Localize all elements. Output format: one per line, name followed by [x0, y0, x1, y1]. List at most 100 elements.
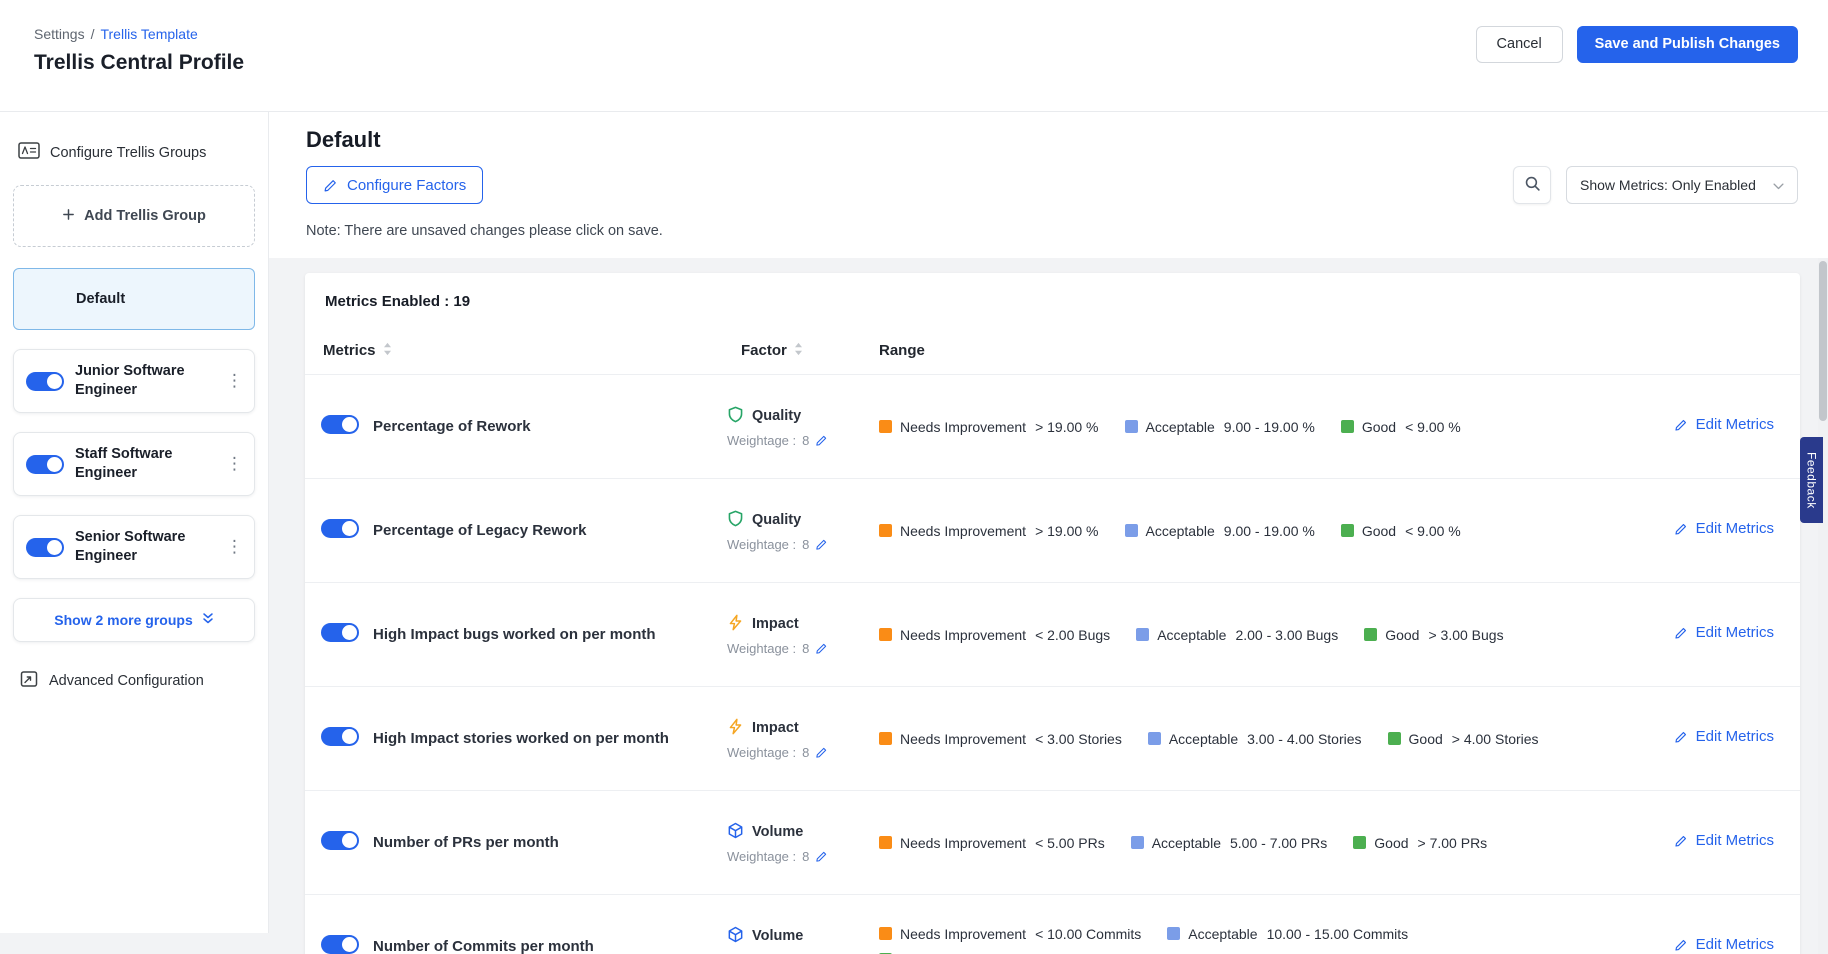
edit-metrics-link[interactable]: Edit Metrics — [1674, 832, 1774, 849]
metric-rows: Percentage of Rework Quality Weightage :… — [305, 375, 1800, 954]
range-chip: Needs Improvement < 10.00 Commits — [879, 921, 1141, 947]
column-header-metrics[interactable]: Metrics — [305, 342, 727, 360]
edit-metrics-link[interactable]: Edit Metrics — [1674, 728, 1774, 745]
sidebar-group-card[interactable]: Junior Software Engineer ⋮ — [13, 349, 255, 413]
range-color-swatch — [1364, 628, 1377, 641]
sort-icon[interactable] — [383, 342, 392, 360]
range-color-swatch — [879, 732, 892, 745]
show-metrics-filter-dropdown[interactable]: Show Metrics: Only Enabled — [1566, 166, 1798, 204]
pencil-icon — [1674, 522, 1688, 536]
edit-metrics-label: Edit Metrics — [1696, 520, 1774, 537]
group-toggle[interactable] — [26, 455, 64, 474]
show-more-groups-button[interactable]: Show 2 more groups — [13, 598, 255, 642]
default-group-label: Default — [76, 291, 125, 307]
breadcrumb-trellis-template[interactable]: Trellis Template — [100, 26, 197, 42]
pencil-icon — [1674, 834, 1688, 848]
sidebar-group-card[interactable]: Staff Software Engineer ⋮ — [13, 432, 255, 496]
range-label: Needs Improvement — [900, 627, 1026, 643]
metric-toggle[interactable] — [321, 935, 359, 954]
metric-toggle[interactable] — [321, 415, 359, 434]
range-cell: Needs Improvement < 10.00 Commits Accept… — [879, 921, 1559, 954]
metrics-table-card: Metrics Enabled : 19 Metrics Factor Rang… — [305, 273, 1800, 954]
group-name: Staff Software Engineer — [75, 445, 210, 483]
sidebar-item-default[interactable]: Default — [13, 268, 255, 330]
metric-table-row: Percentage of Legacy Rework Quality Weig… — [305, 479, 1800, 583]
sort-icon[interactable] — [794, 342, 803, 360]
range-label: Good — [1362, 419, 1396, 435]
toggle-knob — [342, 833, 357, 848]
toggle-knob — [342, 937, 357, 952]
edit-metrics-link[interactable]: Edit Metrics — [1674, 520, 1774, 537]
group-toggle[interactable] — [26, 538, 64, 557]
metric-toggle[interactable] — [321, 519, 359, 538]
edit-weightage-icon[interactable] — [815, 434, 828, 447]
chevron-down-icon — [1773, 177, 1784, 193]
edit-weightage-icon[interactable] — [815, 642, 828, 655]
range-chip: Good < 9.00 % — [1341, 518, 1461, 544]
range-cell: Needs Improvement < 2.00 Bugs Acceptable… — [879, 622, 1559, 648]
range-value: < 9.00 % — [1405, 419, 1461, 435]
metrics-enabled-count: Metrics Enabled : 19 — [305, 292, 1800, 312]
show-more-groups-label: Show 2 more groups — [54, 612, 192, 628]
edit-metrics-link[interactable]: Edit Metrics — [1674, 936, 1774, 953]
factor: Volume — [727, 822, 879, 843]
configure-factors-button[interactable]: Configure Factors — [306, 166, 483, 204]
volume-cube-icon — [727, 822, 744, 843]
range-cell: Needs Improvement < 3.00 Stories Accepta… — [879, 726, 1559, 752]
vertical-scrollbar[interactable] — [1818, 258, 1828, 954]
breadcrumb-separator: / — [91, 26, 95, 42]
metric-table-row: High Impact stories worked on per month … — [305, 687, 1800, 791]
breadcrumb-settings[interactable]: Settings — [34, 26, 85, 42]
edit-metrics-link[interactable]: Edit Metrics — [1674, 416, 1774, 433]
edit-weightage-icon[interactable] — [815, 746, 828, 759]
quality-shield-icon — [727, 510, 744, 531]
page-title: Trellis Central Profile — [34, 51, 244, 75]
range-label: Needs Improvement — [900, 835, 1026, 851]
range-chip: Acceptable 3.00 - 4.00 Stories — [1148, 726, 1362, 752]
factor: Volume — [727, 926, 879, 947]
weightage-value: 8 — [802, 745, 809, 760]
pencil-icon — [1674, 418, 1688, 432]
search-icon — [1524, 175, 1541, 195]
metric-toggle[interactable] — [321, 727, 359, 746]
edit-weightage-icon[interactable] — [815, 538, 828, 551]
kebab-menu-icon[interactable]: ⋮ — [221, 371, 248, 391]
controls-row: Configure Factors Show Metrics: Only Ena… — [306, 166, 1798, 204]
sidebar-group-card[interactable]: Senior Software Engineer ⋮ — [13, 515, 255, 579]
edit-weightage-icon[interactable] — [815, 850, 828, 863]
weightage-value: 8 — [802, 433, 809, 448]
feedback-tab[interactable]: Feedback — [1800, 437, 1823, 523]
edit-metrics-link[interactable]: Edit Metrics — [1674, 624, 1774, 641]
metric-toggle[interactable] — [321, 831, 359, 850]
search-button[interactable] — [1513, 166, 1551, 204]
range-value: 10.00 - 15.00 Commits — [1267, 926, 1409, 942]
cancel-button[interactable]: Cancel — [1476, 26, 1563, 63]
metric-name: Percentage of Rework — [373, 417, 559, 437]
range-value: 9.00 - 19.00 % — [1224, 523, 1315, 539]
range-label: Acceptable — [1157, 627, 1226, 643]
factor-name: Impact — [752, 720, 799, 736]
toggle-knob — [47, 374, 62, 389]
range-color-swatch — [879, 628, 892, 641]
save-and-publish-button[interactable]: Save and Publish Changes — [1577, 26, 1798, 63]
column-header-factor[interactable]: Factor — [727, 342, 879, 360]
metric-toggle[interactable] — [321, 623, 359, 642]
edit-metrics-label: Edit Metrics — [1696, 416, 1774, 433]
kebab-menu-icon[interactable]: ⋮ — [221, 454, 248, 474]
factor-name: Quality — [752, 408, 801, 424]
range-value: 2.00 - 3.00 Bugs — [1235, 627, 1338, 643]
kebab-menu-icon[interactable]: ⋮ — [221, 537, 248, 557]
toggle-knob — [342, 521, 357, 536]
configure-trellis-groups-label: Configure Trellis Groups — [50, 145, 206, 161]
range-label: Good — [1362, 523, 1396, 539]
advanced-configuration-link[interactable]: Advanced Configuration — [13, 670, 255, 692]
range-chip: Acceptable 9.00 - 19.00 % — [1125, 414, 1315, 440]
group-toggle[interactable] — [26, 372, 64, 391]
scrollbar-thumb[interactable] — [1819, 261, 1827, 421]
weightage: Weightage : 8 — [727, 745, 879, 760]
range-color-swatch — [1136, 628, 1149, 641]
add-trellis-group-button[interactable]: Add Trellis Group — [13, 185, 255, 247]
advanced-configuration-icon — [20, 670, 38, 692]
weightage-prefix: Weightage : — [727, 849, 796, 864]
breadcrumb: Settings / Trellis Template — [34, 26, 244, 42]
